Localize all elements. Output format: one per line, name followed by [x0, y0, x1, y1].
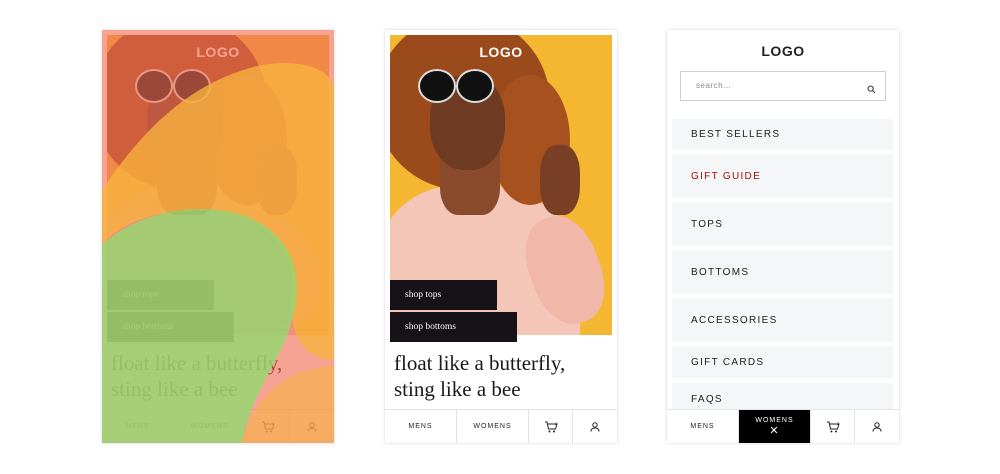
logo: LOGO [761, 43, 805, 59]
tagline-line-2: sting like a bee [394, 377, 521, 401]
shop-tops-button[interactable]: shop tops [107, 280, 214, 310]
search-input[interactable]: search... [680, 71, 886, 101]
close-icon[interactable]: ✕ [769, 426, 779, 437]
bottom-nav: MENS WOMENS 2 [102, 409, 334, 443]
svg-text:2: 2 [837, 421, 840, 426]
tagline-line-1: float like a butterfly, [111, 351, 283, 375]
shop-bottoms-button[interactable]: shop bottoms [107, 312, 234, 342]
tagline-line-1: float like a butterfly, [394, 351, 566, 375]
logo: LOGO [196, 44, 240, 60]
nav-mens[interactable]: MENS [385, 410, 457, 443]
search-icon[interactable] [867, 81, 876, 99]
tagline: float like a butterfly, sting like a bee [394, 350, 614, 402]
cart-icon[interactable]: 2 [529, 410, 573, 443]
cart-icon[interactable]: 2 [811, 410, 855, 443]
nav-mens[interactable]: MENS [667, 410, 739, 443]
menu-item-gift-cards[interactable]: GIFT CARDS [672, 346, 893, 378]
search-placeholder: search... [696, 81, 732, 90]
shop-tops-button[interactable]: shop tops [390, 280, 497, 310]
bottom-nav: MENS WOMENS ✕ 2 [667, 409, 899, 443]
account-icon[interactable] [573, 410, 617, 443]
menu-item-tops[interactable]: TOPS [672, 202, 893, 246]
shop-bottoms-button[interactable]: shop bottoms [390, 312, 517, 342]
svg-text:2: 2 [555, 421, 558, 426]
tagline: float like a butterfly, sting like a bee [111, 350, 331, 402]
menu-item-gift-guide[interactable]: GIFT GUIDE [672, 154, 893, 198]
nav-womens-label: WOMENS [755, 417, 794, 424]
tagline-line-2: sting like a bee [111, 377, 238, 401]
nav-womens[interactable]: WOMENS [174, 410, 246, 443]
svg-text:2: 2 [272, 421, 275, 426]
bottom-nav: MENS WOMENS 2 [385, 409, 617, 443]
menu-item-bottoms[interactable]: BOTTOMS [672, 250, 893, 294]
nav-womens[interactable]: WOMENS [457, 410, 529, 443]
phone-heatmap-screen: LOGO shop tops shop bottoms float like a… [102, 30, 334, 443]
phone-home-screen: LOGO shop tops shop bottoms float like a… [385, 30, 617, 443]
cart-icon[interactable]: 2 [246, 410, 290, 443]
logo: LOGO [479, 44, 523, 60]
nav-womens-active[interactable]: WOMENS ✕ [739, 410, 811, 443]
nav-mens[interactable]: MENS [102, 410, 174, 443]
phone-menu-screen: LOGO search... BEST SELLERS GIFT GUIDE T… [667, 30, 899, 443]
menu-item-accessories[interactable]: ACCESSORIES [672, 298, 893, 342]
account-icon[interactable] [855, 410, 899, 443]
account-icon[interactable] [290, 410, 334, 443]
menu-item-best-sellers[interactable]: BEST SELLERS [672, 119, 893, 150]
